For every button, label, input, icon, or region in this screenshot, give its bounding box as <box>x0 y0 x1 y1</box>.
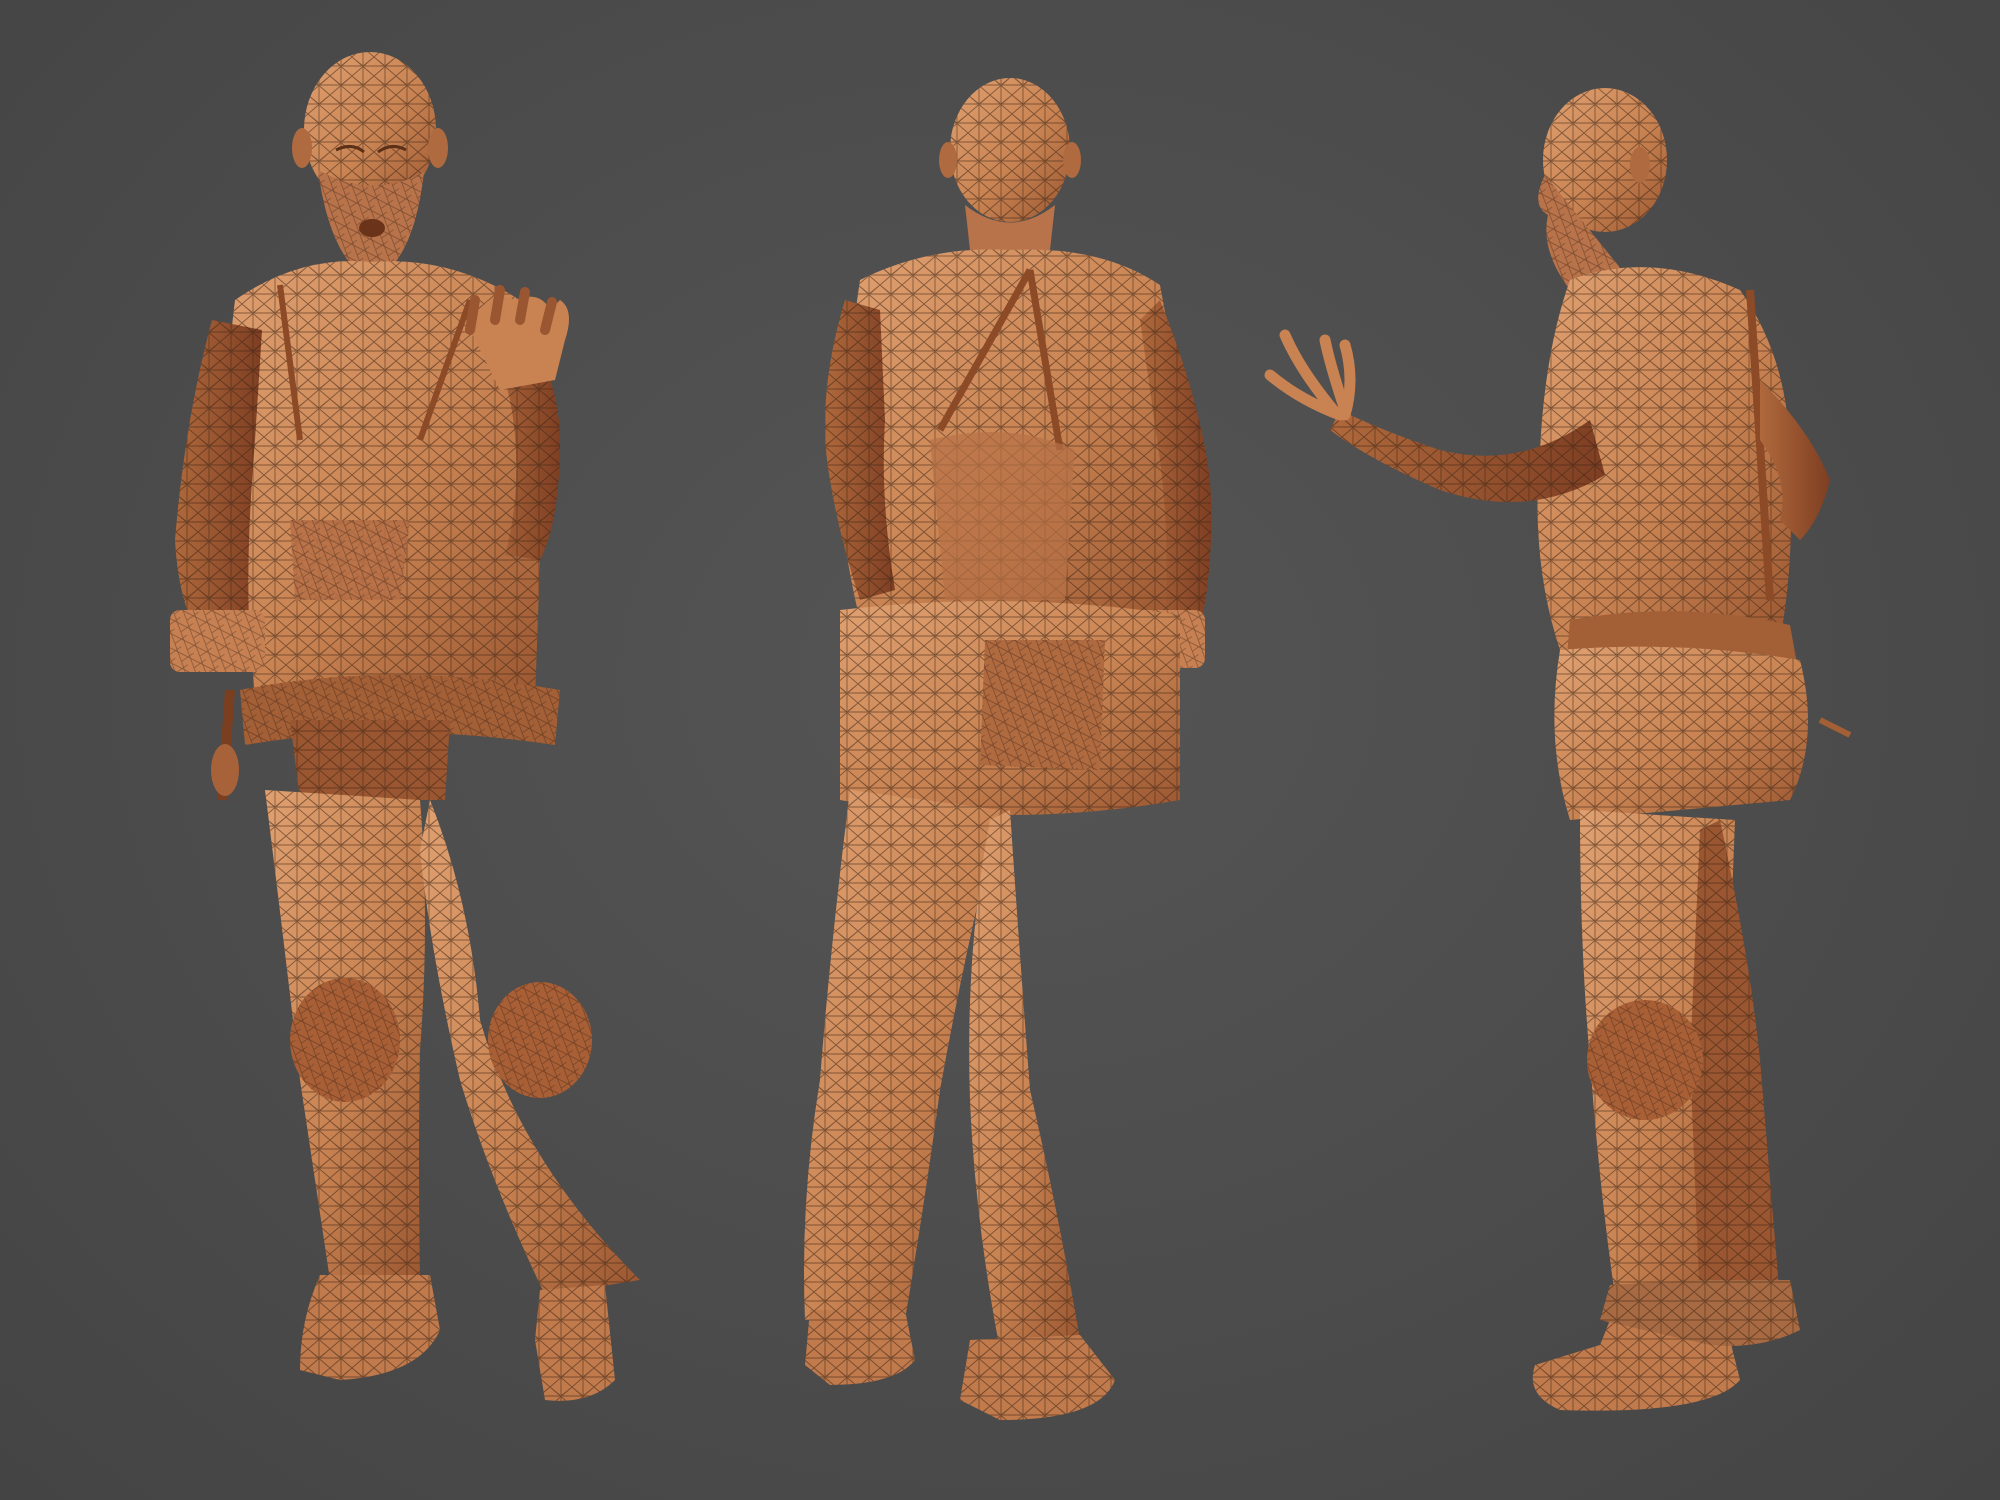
figure-back[interactable] <box>804 78 1212 1420</box>
legs <box>804 790 1080 1350</box>
figure-side[interactable] <box>1264 88 1852 1411</box>
boots <box>300 1275 615 1401</box>
viewport-canvas <box>170 52 1852 1420</box>
legs <box>265 790 640 1295</box>
hips <box>840 601 1180 815</box>
head <box>1538 88 1667 298</box>
figure-front[interactable] <box>170 52 640 1401</box>
legs <box>1580 810 1780 1330</box>
head <box>292 52 448 282</box>
head <box>939 78 1081 250</box>
3d-viewport[interactable] <box>0 0 2000 1500</box>
boots <box>1532 1280 1800 1411</box>
torso <box>839 249 1187 620</box>
hips <box>1554 646 1852 820</box>
